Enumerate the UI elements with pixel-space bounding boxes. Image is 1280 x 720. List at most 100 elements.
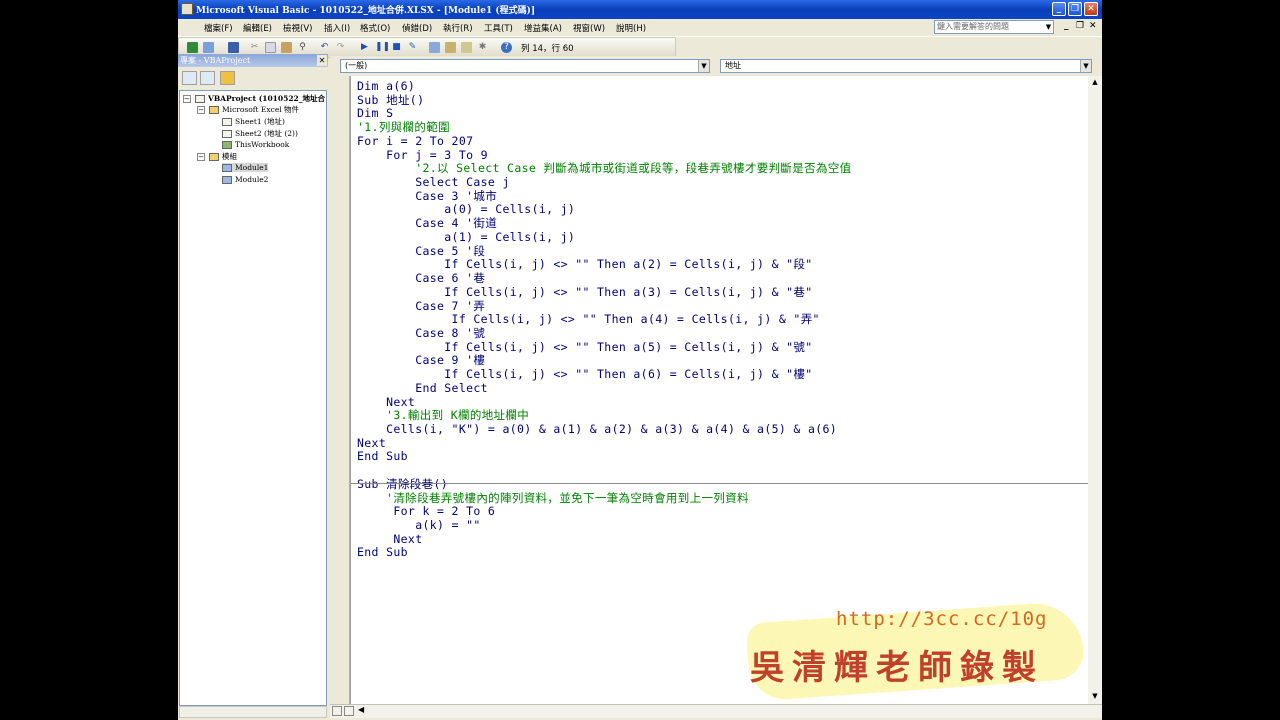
scroll-up-icon[interactable]: ▲ [1089, 76, 1101, 88]
code-line[interactable]: If Cells(i, j) <> "" Then a(5) = Cells(i… [357, 340, 813, 354]
procedure-dropdown[interactable]: 地址 ▼ [720, 59, 1092, 73]
menu-file[interactable]: 檔案(F) [204, 22, 233, 34]
code-line[interactable]: Next [357, 395, 415, 409]
chevron-down-icon[interactable]: ▼ [698, 60, 709, 72]
menu-insert[interactable]: 插入(I) [324, 22, 350, 34]
title-bar[interactable]: Microsoft Visual Basic - 1010522_地址合併.XL… [178, 0, 1102, 19]
code-line[interactable]: a(0) = Cells(i, j) [357, 202, 575, 216]
menu-format[interactable]: 格式(O) [360, 22, 390, 34]
code-line[interactable]: Dim a(6) [357, 79, 415, 93]
restore-button[interactable]: ❐ [1068, 2, 1082, 16]
code-line[interactable]: Next [357, 532, 422, 546]
tree-item-vbaproject[interactable]: VBAProject (1010522_地址合 [195, 93, 325, 104]
help-icon[interactable]: ? [501, 42, 512, 53]
chevron-down-icon[interactable]: ▼ [1044, 21, 1053, 33]
procedure-view-icon[interactable] [332, 706, 342, 716]
view-excel-icon[interactable] [187, 42, 198, 53]
code-line[interactable]: '2.以 Select Case 判斷為城市或街道或段等，段巷弄號樓才要判斷是否… [357, 161, 852, 175]
mdi-restore-button[interactable]: ❐ [1076, 21, 1084, 31]
code-line[interactable]: Select Case j [357, 175, 510, 189]
code-line[interactable]: '1.列與欄的範圍 [357, 120, 450, 134]
menu-run[interactable]: 執行(R) [443, 22, 473, 34]
tree-item-sheet2[interactable]: Sheet2 (地址 (2)) [222, 128, 298, 139]
collapse-icon[interactable]: − [183, 95, 191, 103]
ask-question-input[interactable]: 鍵入需要解答的問題 [934, 20, 1054, 34]
properties-icon[interactable] [445, 42, 456, 53]
code-line[interactable]: a(1) = Cells(i, j) [357, 230, 575, 244]
tree-item-sheet1[interactable]: Sheet1 (地址) [222, 116, 285, 127]
margin-indicator-bar[interactable] [330, 76, 350, 704]
code-line[interactable]: Case 7 '弄 [357, 299, 485, 313]
close-button[interactable]: ✕ [1084, 2, 1098, 16]
menu-debug[interactable]: 偵錯(D) [402, 22, 432, 34]
tree-item-excel-objects[interactable]: Microsoft Excel 物件 [209, 104, 299, 115]
menu-addins[interactable]: 增益集(A) [524, 22, 562, 34]
save-icon[interactable] [228, 42, 239, 53]
code-line[interactable]: '3.輸出到 K欄的地址欄中 [357, 408, 529, 422]
undo-icon[interactable]: ↶ [319, 42, 330, 53]
code-line[interactable]: If Cells(i, j) <> "" Then a(6) = Cells(i… [357, 367, 813, 381]
code-line[interactable]: Case 5 '段 [357, 244, 485, 258]
mdi-close-button[interactable]: ✕ [1089, 21, 1097, 31]
object-dropdown[interactable]: (一般) ▼ [340, 59, 710, 73]
code-line[interactable]: For j = 3 To 9 [357, 148, 488, 162]
code-line[interactable]: Case 9 '樓 [357, 353, 485, 367]
tree-item-module2[interactable]: Module2 [222, 175, 268, 184]
scroll-down-icon[interactable]: ▼ [1089, 690, 1101, 702]
project-horizontal-scrollbar[interactable] [179, 706, 327, 718]
tree-item-module1[interactable]: Module1 [222, 163, 269, 172]
scroll-left-icon[interactable]: ◀ [358, 705, 364, 714]
code-line[interactable]: For k = 2 To 6 [357, 504, 495, 518]
code-line[interactable]: a(k) = "" [357, 518, 481, 532]
tree-item-modules[interactable]: 模組 [209, 151, 237, 162]
code-line[interactable]: Case 8 '號 [357, 326, 485, 340]
paste-icon[interactable] [281, 42, 292, 53]
collapse-icon[interactable]: − [197, 106, 205, 114]
code-horizontal-scrollbar[interactable]: ◀ [330, 704, 1102, 718]
mdi-minimize-button[interactable]: _ [1064, 21, 1069, 31]
project-close-button[interactable]: ✕ [317, 55, 327, 66]
code-line[interactable]: Case 3 '城市 [357, 189, 497, 203]
code-line[interactable]: For i = 2 To 207 [357, 134, 473, 148]
redo-icon[interactable]: ↷ [335, 42, 346, 53]
full-module-view-icon[interactable] [344, 706, 354, 716]
code-line[interactable]: Case 4 '街道 [357, 216, 497, 230]
reset-icon[interactable]: ■ [391, 42, 402, 53]
code-line[interactable]: Cells(i, "K") = a(0) & a(1) & a(2) & a(3… [357, 422, 837, 436]
code-line[interactable]: Dim S [357, 106, 393, 120]
menu-help[interactable]: 說明(H) [616, 22, 646, 34]
toolbox-icon[interactable]: ✱ [477, 42, 488, 53]
insert-module-icon[interactable] [203, 42, 214, 53]
code-line[interactable]: If Cells(i, j) <> "" Then a(2) = Cells(i… [357, 257, 813, 271]
vb-app-icon[interactable] [181, 3, 193, 15]
menu-view[interactable]: 檢視(V) [283, 22, 312, 34]
code-line[interactable]: End Select [357, 381, 488, 395]
minimize-button[interactable]: _ [1052, 2, 1066, 16]
project-explorer-icon[interactable] [429, 42, 440, 53]
toggle-folders-icon[interactable] [220, 71, 235, 85]
code-line[interactable]: Sub 地址() [357, 93, 424, 107]
menu-edit[interactable]: 編輯(E) [243, 22, 272, 34]
code-line[interactable]: Case 6 '巷 [357, 271, 485, 285]
code-line[interactable]: End Sub [357, 545, 408, 559]
code-line[interactable]: Next [357, 436, 386, 450]
find-icon[interactable]: ⚲ [297, 42, 308, 53]
chevron-down-icon[interactable]: ▼ [1080, 60, 1091, 72]
menu-window[interactable]: 視窗(W) [573, 22, 605, 34]
collapse-icon[interactable]: − [197, 153, 205, 161]
menu-tools[interactable]: 工具(T) [484, 22, 513, 34]
break-icon[interactable]: ❚❚ [375, 42, 390, 53]
code-line[interactable]: '清除段巷弄號樓內的陣列資料，並免下一筆為空時會用到上一列資料 [357, 491, 749, 505]
run-icon[interactable]: ▶ [359, 42, 370, 53]
view-code-icon[interactable] [182, 71, 197, 85]
tree-item-thisworkbook[interactable]: ThisWorkbook [222, 140, 289, 149]
code-line[interactable]: End Sub [357, 449, 408, 463]
code-vertical-scrollbar[interactable]: ▲ ▼ [1088, 76, 1102, 704]
object-browser-icon[interactable] [461, 42, 472, 53]
code-line[interactable]: If Cells(i, j) <> "" Then a(3) = Cells(i… [357, 285, 813, 299]
design-mode-icon[interactable]: ✎ [407, 42, 418, 53]
cut-icon[interactable]: ✂ [249, 42, 260, 53]
view-object-icon[interactable] [200, 71, 215, 85]
code-line[interactable]: If Cells(i, j) <> "" Then a(4) = Cells(i… [357, 312, 820, 326]
copy-icon[interactable] [265, 42, 276, 53]
